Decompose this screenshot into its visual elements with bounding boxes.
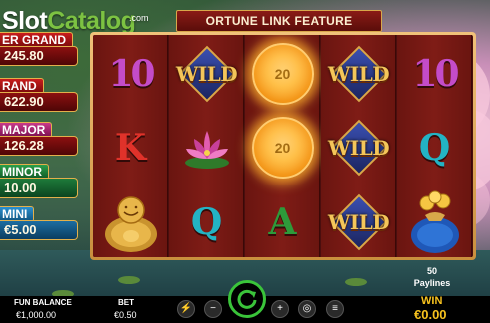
- reel-4: WILD WILD WILD: [321, 35, 396, 257]
- reel-3: 20 20 A: [245, 35, 320, 257]
- symbol-queen: Q: [190, 201, 223, 243]
- reel-1: 10 K: [93, 35, 168, 257]
- symbol-cell: Q: [169, 185, 244, 257]
- paylines-count: 50: [426, 266, 437, 276]
- symbol-cell: 20: [245, 111, 320, 185]
- symbol-cell: 20: [245, 37, 320, 111]
- balance-label: FUN BALANCE: [14, 298, 72, 307]
- wild-symbol: WILD: [326, 119, 392, 177]
- symbol-cell: [397, 185, 472, 257]
- symbol-cell: WILD: [321, 37, 396, 111]
- menu-icon[interactable]: ≡: [326, 300, 344, 318]
- lily-pad: [118, 276, 140, 284]
- reel-5: 10 Q: [397, 35, 472, 257]
- bet-value: €0.50: [114, 310, 137, 320]
- symbol-king: K: [114, 127, 147, 169]
- lightning-icon[interactable]: ⚡: [177, 300, 195, 318]
- symbol-cell: WILD: [321, 185, 396, 257]
- minus-icon[interactable]: −: [204, 300, 222, 318]
- jackpot-super-grand: ER GRAND 245.80: [0, 32, 80, 72]
- jackpot-value: 126.28: [0, 136, 78, 156]
- wild-label: WILD: [327, 136, 390, 160]
- jackpot-value: 622.90: [0, 92, 78, 112]
- lotus-flower-icon: [184, 131, 229, 169]
- feature-banner: ORTUNE LINK FEATURE: [176, 10, 382, 32]
- symbol-queen: Q: [418, 127, 451, 169]
- paylines-label: Paylines: [413, 278, 451, 288]
- coin-stack-icon[interactable]: ◎: [298, 300, 316, 318]
- jackpot-value: 10.00: [0, 178, 78, 198]
- jackpot-value: 245.80: [0, 46, 78, 66]
- symbol-cell: K: [93, 111, 168, 185]
- jackpot-mini: MINI €5.00: [0, 206, 80, 246]
- jackpot-major: MAJOR 126.28: [0, 122, 80, 162]
- symbol-cell: Q: [397, 111, 472, 185]
- symbol-cell: WILD: [169, 37, 244, 111]
- spin-button[interactable]: [228, 280, 266, 318]
- win-label: WIN: [421, 295, 443, 307]
- symbol-cell: 10: [397, 37, 472, 111]
- coin-glow: [245, 111, 320, 185]
- reel-2: WILD Q: [169, 35, 244, 257]
- reel-grid: 10 K WILD Q A WILD WILD WILD 10 Q: [93, 35, 473, 257]
- symbol-cell: A: [245, 185, 320, 257]
- symbol-cell: 10: [93, 37, 168, 111]
- money-bag-icon: [410, 190, 459, 253]
- jackpot-minor: MINOR 10.00: [0, 164, 80, 204]
- symbol-ten: 10: [108, 53, 155, 95]
- jackpot-value: €5.00: [0, 220, 78, 240]
- wild-symbol: WILD: [326, 45, 392, 103]
- plus-icon[interactable]: +: [271, 300, 289, 318]
- buddha-symbol-icon: [104, 196, 157, 252]
- reel-frame: 10 K WILD Q A WILD WILD WILD 10 Q: [90, 32, 476, 260]
- win-value: €0.00: [414, 307, 447, 322]
- jackpot-grand: RAND 622.90: [0, 78, 80, 118]
- symbol-ace: A: [268, 201, 297, 243]
- symbol-cell: WILD: [321, 111, 396, 185]
- balance-value: €1,000.00: [16, 310, 57, 320]
- lily-pad: [345, 278, 367, 286]
- wild-label: WILD: [327, 62, 390, 86]
- coin-glow: [245, 37, 320, 111]
- wild-label: WILD: [175, 62, 238, 86]
- symbol-cell: [169, 111, 244, 185]
- symbol-ten: 10: [412, 53, 459, 95]
- bet-label: BET: [118, 298, 134, 307]
- wild-label: WILD: [327, 210, 390, 234]
- refresh-icon: [237, 289, 257, 309]
- wild-symbol: WILD: [326, 193, 392, 251]
- symbol-cell: [93, 185, 168, 257]
- wild-symbol: WILD: [174, 45, 240, 103]
